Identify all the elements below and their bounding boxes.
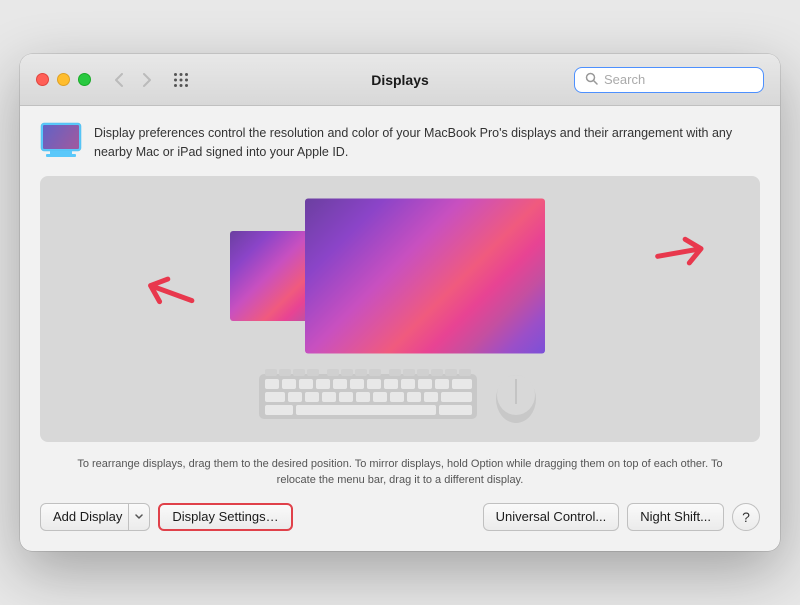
- arrow-left-icon: [133, 264, 201, 328]
- search-box[interactable]: [574, 67, 764, 93]
- primary-display[interactable]: [305, 199, 545, 354]
- titlebar: Displays: [20, 54, 780, 106]
- minimize-button[interactable]: [57, 73, 70, 86]
- show-all-preferences-button[interactable]: [167, 66, 195, 94]
- add-display-button[interactable]: Add Display: [40, 503, 129, 531]
- info-text: Display preferences control the resoluti…: [94, 122, 760, 162]
- maximize-button[interactable]: [78, 73, 91, 86]
- search-icon: [585, 72, 598, 88]
- close-button[interactable]: [36, 73, 49, 86]
- mouse-icon: [491, 369, 541, 424]
- back-button[interactable]: [107, 68, 131, 92]
- info-banner: Display preferences control the resoluti…: [40, 122, 760, 162]
- main-window: Displays: [20, 54, 780, 551]
- window-title: Displays: [371, 72, 429, 88]
- arrow-right-icon: [651, 228, 713, 285]
- traffic-lights: [36, 73, 91, 86]
- universal-control-button[interactable]: Universal Control...: [483, 503, 620, 531]
- help-button[interactable]: ?: [732, 503, 760, 531]
- forward-button[interactable]: [135, 68, 159, 92]
- help-text: To rearrange displays, drag them to the …: [40, 456, 760, 489]
- keyboard-mouse-illustration: [259, 369, 541, 424]
- search-input[interactable]: [604, 72, 753, 87]
- add-display-group: Add Display: [40, 503, 150, 531]
- bottom-toolbar: Add Display Display Settings… Universal …: [40, 503, 760, 535]
- night-shift-button[interactable]: Night Shift...: [627, 503, 724, 531]
- add-display-dropdown-button[interactable]: [129, 503, 150, 531]
- content-area: Display preferences control the resoluti…: [20, 106, 780, 551]
- monitor-icon: [40, 122, 82, 160]
- display-settings-button[interactable]: Display Settings…: [158, 503, 292, 531]
- keyboard-icon: [259, 369, 479, 424]
- nav-buttons: [107, 68, 159, 92]
- display-arrangement-area: [40, 176, 760, 442]
- displays-container: [58, 194, 742, 359]
